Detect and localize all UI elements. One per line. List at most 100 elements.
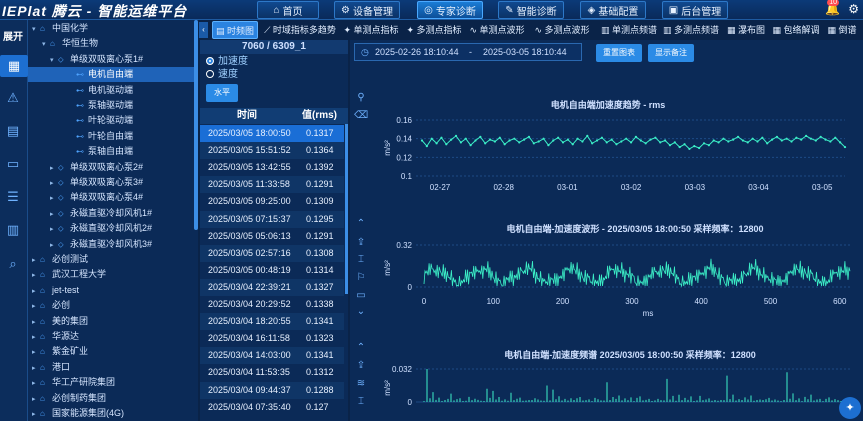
chevron-right-icon[interactable]: ▸: [50, 207, 58, 222]
chevron-down-icon[interactable]: ▾: [42, 37, 50, 52]
tree-item[interactable]: ▸ ⬦ 永磁直驱冷却风机3#: [28, 237, 198, 252]
chevron-down-icon[interactable]: ▾: [50, 53, 58, 68]
chart-icon[interactable]: ▦: [0, 55, 28, 77]
nav-home[interactable]: ⌂ 首页: [257, 1, 319, 19]
table-row[interactable]: 2025/03/04 16:11:58 0.1323: [200, 330, 344, 347]
chevron-right-icon[interactable]: ▸: [50, 222, 58, 237]
nav-admin[interactable]: ▣ 后台管理: [662, 1, 728, 19]
search-doc-icon[interactable]: ⌕: [5, 256, 21, 272]
chevron-right-icon[interactable]: ▸: [50, 238, 58, 253]
book-icon[interactable]: ▥: [5, 222, 21, 238]
tree-item[interactable]: ▸ ⬦ 单级双吸离心泵3#: [28, 175, 198, 190]
table-row[interactable]: 2025/03/05 15:51:52 0.1364: [200, 142, 344, 160]
tree-item[interactable]: ⊷ 电机自由端: [28, 67, 198, 83]
expand-toggle[interactable]: 展开: [3, 28, 23, 43]
table-row[interactable]: 2025/03/04 11:53:35 0.1312: [200, 364, 344, 381]
tree-item[interactable]: ▸ ⬦ 永磁直驱冷却风机2#: [28, 221, 198, 236]
chevron-right-icon[interactable]: ▸: [50, 161, 58, 176]
trend-x-tick: 03-03: [685, 183, 706, 192]
tab-cepstrum[interactable]: ▦ 倒谱: [824, 21, 860, 39]
tab-multi-wave[interactable]: ∿ 多测点波形: [530, 21, 594, 39]
tree-scrollbar[interactable]: [194, 20, 198, 230]
tree-item[interactable]: ▸ ⌂ jet-test: [28, 283, 198, 298]
tree-item[interactable]: ▸ ⌂ 武汉工程大学: [28, 267, 198, 282]
tree-item[interactable]: ▸ ⬦ 单级双吸离心泵2#: [28, 160, 198, 175]
tree-item[interactable]: ▸ ⌂ 华工产研院集团: [28, 375, 198, 390]
tree-item[interactable]: ▸ ⬦ 永磁直驱冷却风机1#: [28, 206, 198, 221]
chevron-right-icon[interactable]: ▸: [32, 253, 40, 268]
tree-item[interactable]: ▸ ⬦ 单级双吸离心泵4#: [28, 190, 198, 205]
list-scrollbar[interactable]: [345, 124, 348, 294]
tree-item[interactable]: ▾ ⌂ 华恒生物: [28, 36, 198, 51]
chevron-right-icon[interactable]: ▸: [50, 191, 58, 206]
chevron-right-icon[interactable]: ▸: [32, 407, 40, 421]
horizontal-button[interactable]: 水平: [206, 84, 238, 102]
table-row[interactable]: 2025/03/05 00:48:19 0.1314: [200, 262, 344, 279]
collapse-panel-button[interactable]: ‹: [199, 22, 208, 38]
tree-item[interactable]: ⊷ 叶轮自由端: [28, 129, 198, 144]
tree-item[interactable]: ▸ ⌂ 华源达: [28, 329, 198, 344]
table-row[interactable]: 2025/03/05 02:57:16 0.1308: [200, 244, 344, 262]
chevron-right-icon[interactable]: ▸: [32, 330, 40, 345]
chevron-right-icon[interactable]: ▸: [32, 361, 40, 376]
tree-item[interactable]: ▸ ⌂ 必创测试: [28, 252, 198, 267]
tab-spectrum[interactable]: ▥ 单测点频谱: [599, 21, 659, 39]
tab-trend[interactable]: ⟋ 时域指标多趋势: [262, 21, 338, 39]
tree-item[interactable]: ▸ ⌂ 港口: [28, 360, 198, 375]
tree-item[interactable]: ▾ ⌂ 中国化学: [28, 21, 198, 36]
table-row[interactable]: 2025/03/05 18:00:50 0.1317: [200, 125, 344, 142]
table-row[interactable]: 2025/03/05 13:42:55 0.1392: [200, 159, 344, 176]
nav-basic-config[interactable]: ◈ 基础配置: [580, 1, 646, 19]
tree-item[interactable]: ▸ ⌂ 美的集团: [28, 314, 198, 329]
table-row[interactable]: 2025/03/04 18:20:55 0.1341: [200, 313, 344, 331]
assistant-icon[interactable]: ✦: [839, 397, 861, 419]
chevron-down-icon[interactable]: ▾: [32, 22, 40, 37]
table-row[interactable]: 2025/03/05 09:25:00 0.1309: [200, 193, 344, 210]
radio-acceleration[interactable]: 加速度: [206, 56, 248, 68]
tree-item[interactable]: ⊷ 叶轮驱动端: [28, 113, 198, 128]
nav-smart-diagnosis[interactable]: ✎ 智能诊断: [498, 1, 564, 19]
tab-envelope[interactable]: ▦ 包络解调: [770, 21, 822, 39]
nav-expert-diagnosis[interactable]: ◎ 专家诊断: [417, 1, 483, 19]
table-row[interactable]: 2025/03/05 05:06:13 0.1291: [200, 228, 344, 245]
tab-waterfall[interactable]: ▦ 瀑布图: [724, 21, 768, 39]
tab-multi-spectrum[interactable]: ▥ 多测点频谱: [661, 21, 721, 39]
tree-item-label: 泵轴自由端: [88, 146, 134, 157]
tree-item-label: 国家能源集团(4G): [52, 408, 125, 418]
tree-item[interactable]: ⊷ 电机驱动端: [28, 83, 198, 98]
tab-single-point[interactable]: ✦ 单测点指标: [341, 21, 401, 39]
waveform-y-label: m/s²: [383, 260, 392, 276]
table-row[interactable]: 2025/03/04 22:39:21 0.1327: [200, 278, 344, 296]
chevron-right-icon[interactable]: ▸: [32, 345, 40, 360]
tree-item[interactable]: ▸ ⌂ 紫金矿业: [28, 344, 198, 359]
table-row[interactable]: 2025/03/04 07:35:40 0.127: [200, 399, 344, 416]
chevron-right-icon[interactable]: ▸: [32, 299, 40, 314]
chevron-right-icon[interactable]: ▸: [32, 284, 40, 299]
radio-velocity[interactable]: 速度: [206, 69, 238, 81]
chevron-right-icon[interactable]: ▸: [32, 315, 40, 330]
table-row[interactable]: 2025/03/04 20:29:52 0.1338: [200, 296, 344, 313]
tab-wave[interactable]: ∿ 单测点波形: [467, 21, 527, 39]
chevron-right-icon[interactable]: ▸: [32, 392, 40, 407]
warning-icon[interactable]: ⚠: [5, 90, 21, 106]
list-icon[interactable]: ☰: [5, 189, 21, 205]
table-row[interactable]: 2025/03/04 09:44:37 0.1288: [200, 381, 344, 399]
table-row[interactable]: 2025/03/05 07:15:37 0.1295: [200, 210, 344, 228]
tree-item[interactable]: ▸ ⌂ 国家能源集团(4G): [28, 406, 198, 421]
table-row[interactable]: 2025/03/04 14:03:00 0.1341: [200, 347, 344, 365]
tree-item[interactable]: ▸ ⌂ 必创: [28, 298, 198, 313]
tree-item[interactable]: ⊷ 泵轴自由端: [28, 144, 198, 159]
chevron-right-icon[interactable]: ▸: [50, 176, 58, 191]
document-icon[interactable]: ▤: [5, 123, 21, 139]
table-row[interactable]: 2025/03/05 11:33:58 0.1291: [200, 176, 344, 194]
tree-item[interactable]: ▾ ⬦ 单级双吸离心泵1#: [28, 52, 198, 67]
tree-item[interactable]: ▸ ⌂ 必创制药集团: [28, 391, 198, 406]
tab-timefreq[interactable]: ▤ 时频图: [212, 21, 258, 39]
tree-item[interactable]: ⊷ 泵轴驱动端: [28, 98, 198, 113]
nav-device-management[interactable]: ⚙ 设备管理: [334, 1, 400, 19]
chevron-right-icon[interactable]: ▸: [32, 268, 40, 283]
gear-icon[interactable]: ⚙: [848, 2, 859, 16]
monitor-icon[interactable]: ▭: [5, 156, 21, 172]
chevron-right-icon[interactable]: ▸: [32, 376, 40, 391]
tab-multi-point[interactable]: ✦ 多测点指标: [404, 21, 464, 39]
